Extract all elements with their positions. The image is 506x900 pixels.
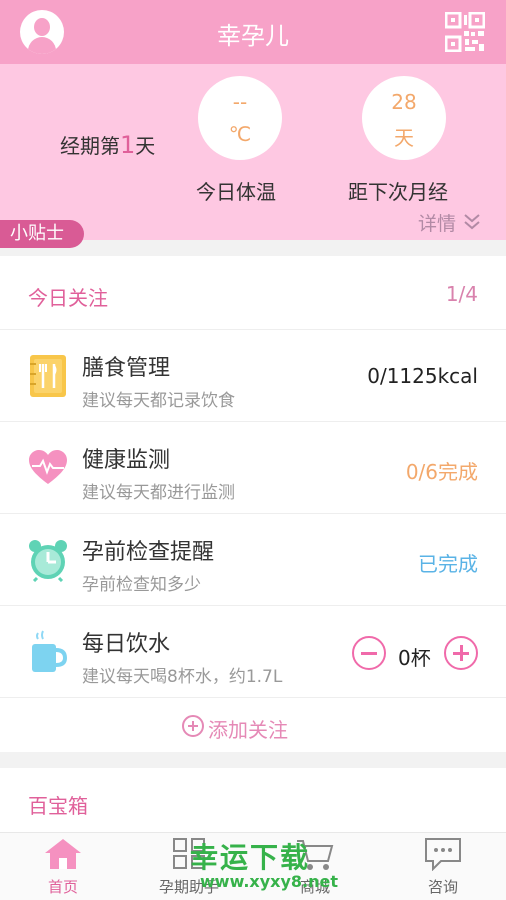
next-period-circle[interactable]: 28 天: [362, 76, 446, 160]
add-focus-label: 添加关注: [208, 718, 288, 742]
list-item-water[interactable]: 每日饮水 建议每天喝8杯水，约1.7L 0杯: [0, 606, 506, 698]
temperature-value: --: [232, 90, 248, 114]
period-day-text: 经期第1天: [60, 131, 156, 159]
details-link[interactable]: 详情: [418, 209, 482, 236]
checkup-subtitle: 孕前检查知多少: [82, 575, 201, 595]
next-period-unit: 天: [394, 126, 414, 150]
diet-value: 0/1125kcal: [367, 364, 478, 388]
today-focus-card: 今日关注 1/4 膳食管理 建议每天都记录饮食 0/1125kcal 健康监测 …: [0, 256, 506, 752]
plus-circle-icon: [182, 715, 204, 737]
tips-tag[interactable]: 小贴士: [0, 220, 84, 248]
heart-pulse-icon: [29, 450, 67, 484]
nav-consult[interactable]: 咨询: [380, 833, 506, 900]
nav-home-label: 首页: [47, 878, 78, 896]
water-cup-icon: [32, 630, 68, 672]
today-focus-header: 今日关注 1/4: [0, 256, 506, 330]
add-focus-button[interactable]: 添加关注: [0, 698, 506, 752]
app-header: 幸孕儿: [0, 0, 506, 64]
water-plus-button[interactable]: [444, 636, 478, 670]
app-title: 幸孕儿: [217, 22, 289, 50]
diet-subtitle: 建议每天都记录饮食: [82, 391, 235, 411]
next-period-caption: 距下次月经: [348, 180, 448, 204]
temperature-unit: ℃: [228, 122, 252, 146]
health-subtitle: 建议每天都进行监测: [82, 483, 235, 503]
nav-home[interactable]: 首页: [0, 833, 126, 900]
watermark-url: www.xyxy8.net: [200, 872, 338, 891]
water-title: 每日饮水: [82, 632, 171, 657]
period-day-number: 1: [120, 131, 136, 159]
next-period-value: 28: [391, 90, 417, 114]
list-item-checkup[interactable]: 孕前检查提醒 孕前检查知多少 已完成: [0, 514, 506, 606]
water-cups-value: 0杯: [398, 646, 431, 670]
checkup-title: 孕前检查提醒: [82, 540, 215, 565]
water-subtitle: 建议每天喝8杯水，约1.7L: [82, 667, 283, 687]
checkup-status: 已完成: [418, 552, 478, 576]
chevron-down-icon: [464, 214, 480, 230]
today-focus-count: 1/4: [445, 282, 478, 306]
health-value: 0/6完成: [405, 460, 478, 484]
diet-notebook-icon: [30, 355, 66, 397]
temperature-caption: 今日体温: [196, 180, 276, 204]
water-minus-button[interactable]: [352, 636, 386, 670]
alarm-clock-icon: [29, 540, 67, 582]
cycle-status-panel: 经期第1天 -- ℃ 今日体温 28 天 距下次月经 详情 小贴士: [0, 64, 506, 248]
diet-title: 膳食管理: [82, 356, 171, 381]
nav-consult-label: 咨询: [427, 878, 458, 896]
treasure-box-title: 百宝箱: [28, 794, 88, 818]
health-title: 健康监测: [82, 448, 171, 473]
watermark-title: 幸运下载: [190, 841, 311, 874]
temperature-circle[interactable]: -- ℃: [198, 76, 282, 160]
treasure-box-card: 百宝箱: [0, 768, 506, 832]
list-item-health[interactable]: 健康监测 建议每天都进行监测 0/6完成: [0, 422, 506, 514]
today-focus-title: 今日关注: [28, 286, 108, 310]
list-item-diet[interactable]: 膳食管理 建议每天都记录饮食 0/1125kcal: [0, 330, 506, 422]
qr-code-icon[interactable]: [445, 12, 485, 52]
home-icon: [45, 839, 81, 869]
chat-icon: [425, 838, 461, 871]
